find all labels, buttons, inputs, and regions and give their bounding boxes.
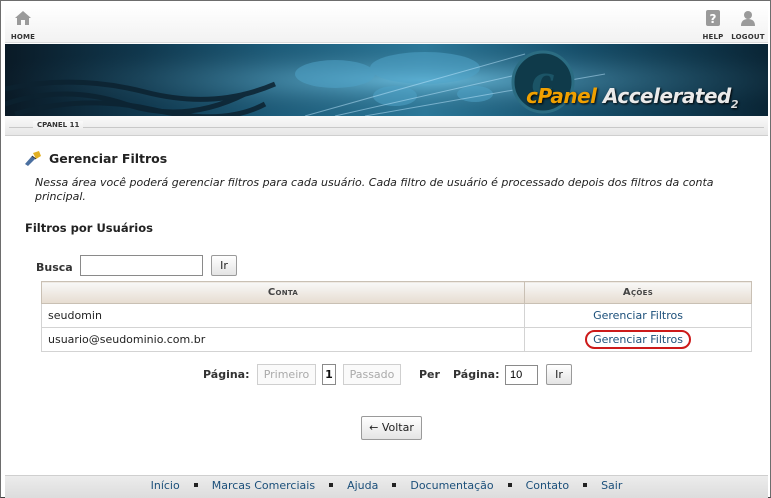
logout-button[interactable]: LOGOUT: [730, 9, 766, 41]
page-label: Página:: [203, 368, 250, 381]
manage-filters-link[interactable]: Gerenciar Filtros: [593, 309, 683, 322]
previous-page-button[interactable]: Passado: [343, 364, 401, 385]
brand-version: 2: [730, 98, 739, 111]
footer-links: Início Marcas Comerciais Ajuda Documentação…: [5, 479, 768, 498]
brand-logo: cPanel Accelerated2: [526, 84, 738, 111]
footer-link-marcas[interactable]: Marcas Comerciais: [212, 479, 315, 492]
per-page-go-button[interactable]: Ir: [546, 364, 572, 385]
search-go-button[interactable]: Ir: [211, 255, 237, 276]
footer-separator: [193, 483, 198, 487]
footer-link-inicio[interactable]: Início: [151, 479, 180, 492]
footer-separator: [583, 483, 588, 487]
brand-suffix: Accelerated: [602, 84, 731, 108]
svg-text:?: ?: [710, 12, 717, 26]
action-cell: Gerenciar Filtros: [524, 327, 752, 352]
footer-link-ajuda[interactable]: Ajuda: [347, 479, 378, 492]
manage-filters-link-highlighted[interactable]: Gerenciar Filtros: [585, 330, 691, 349]
user-icon: [741, 11, 755, 26]
back-button[interactable]: ← Voltar: [361, 416, 422, 440]
filters-table: Conta Ações seudomin Gerenciar Filtros u…: [41, 281, 752, 352]
help-icon: ?: [706, 10, 720, 26]
page: HOME ? HELP LOGOUT c cPanel Accelerated2…: [5, 5, 768, 498]
home-label: HOME: [10, 33, 36, 41]
account-cell: usuario@seudominio.com.br: [41, 327, 525, 352]
table-row: seudomin Gerenciar Filtros: [41, 303, 752, 328]
filter-icon: [25, 151, 41, 166]
home-button[interactable]: HOME: [5, 9, 41, 41]
banner: c cPanel Accelerated2: [5, 44, 768, 116]
footer-separator: [392, 483, 397, 487]
per-page-label: Página:: [453, 368, 500, 381]
search-input[interactable]: [80, 255, 203, 276]
divider: [9, 127, 764, 128]
version-label: CPANEL 11: [33, 121, 84, 129]
help-button[interactable]: ? HELP: [695, 9, 731, 41]
account-cell: seudomin: [41, 303, 525, 328]
browser-frame: HOME ? HELP LOGOUT c cPanel Accelerated2…: [0, 0, 771, 498]
page-description: Nessa área você poderá gerenciar filtros…: [35, 176, 714, 203]
logout-label: LOGOUT: [731, 33, 765, 41]
current-page: 1: [322, 364, 336, 385]
action-cell: Gerenciar Filtros: [524, 303, 752, 328]
column-header-actions: Ações: [524, 281, 752, 304]
version-bar: CPANEL 11: [5, 116, 768, 136]
search-label: Busca: [36, 261, 73, 274]
table-header: Conta Ações: [41, 281, 752, 304]
pagination: Página: Primeiro 1 Passado Per Página: I…: [5, 362, 768, 388]
per-page-input[interactable]: [505, 365, 538, 385]
home-icon: [15, 11, 31, 25]
footer-separator: [329, 483, 334, 487]
footer-link-documentacao[interactable]: Documentação: [410, 479, 493, 492]
column-header-account: Conta: [41, 281, 525, 304]
top-bar: HOME ? HELP LOGOUT: [5, 5, 768, 43]
section-title: Filtros por Usuários: [25, 221, 153, 235]
footer-link-contato[interactable]: Contato: [526, 479, 569, 492]
table-row: usuario@seudominio.com.br Gerenciar Filt…: [41, 327, 752, 352]
footer-separator: [507, 483, 512, 487]
help-label: HELP: [702, 33, 724, 41]
per-label: Per: [419, 368, 440, 381]
page-title: Gerenciar Filtros: [49, 151, 168, 166]
footer-link-sair[interactable]: Sair: [601, 479, 622, 492]
first-page-button[interactable]: Primeiro: [257, 364, 316, 385]
brand-name: cPanel: [526, 84, 597, 108]
